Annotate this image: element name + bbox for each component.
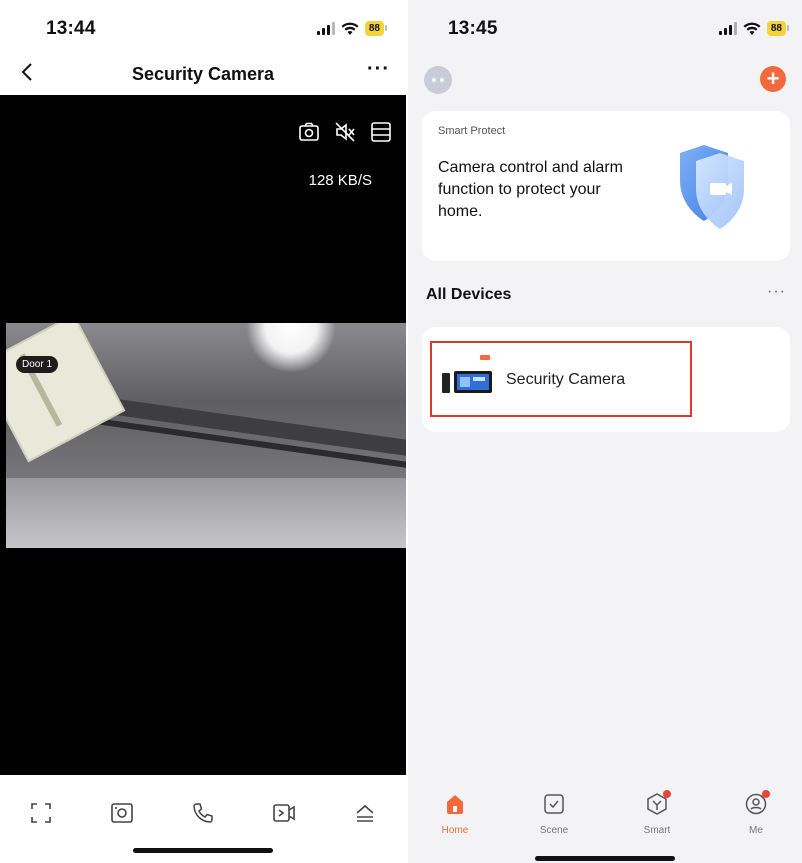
signal-icon (316, 22, 335, 35)
smart-notification-badge (663, 790, 671, 798)
devices-more-button[interactable]: ··· (767, 283, 786, 301)
tab-smart-label: Smart (643, 825, 671, 836)
page-title: Security Camera (131, 64, 275, 84)
fullscreen-icon[interactable] (28, 800, 54, 826)
tab-smart[interactable]: Smart (627, 790, 687, 836)
snapshot-icon[interactable] (109, 800, 135, 826)
home-icon (447, 795, 463, 814)
mute-icon[interactable] (334, 121, 356, 143)
all-devices-heading: All Devices (426, 286, 512, 303)
status-bar: 13:45 88 (408, 0, 802, 56)
status-bar: 13:44 88 (0, 0, 406, 56)
expand-panel-icon[interactable] (352, 800, 378, 826)
status-time: 13:45 (448, 18, 498, 39)
avatar[interactable] (424, 66, 452, 94)
home-indicator (133, 848, 273, 853)
smart-protect-kicker: Smart Protect (438, 125, 506, 137)
smart-protect-card[interactable]: Smart Protect Camera control and alarm f… (422, 111, 790, 261)
camera-controls (0, 790, 406, 836)
scene-icon (544, 794, 564, 814)
tab-scene-label: Scene (539, 825, 569, 836)
home-indicator (535, 856, 675, 861)
nav-bar: Security Camera ··· (0, 56, 406, 94)
live-video-view[interactable]: 128 KB/S Door 1 (0, 95, 406, 775)
battery-indicator: 88 (364, 21, 388, 36)
status-time: 13:44 (46, 18, 96, 39)
home-screen: 13:45 88 + Smart Protect Camera control … (408, 0, 802, 863)
home-topbar: + (408, 62, 802, 98)
tab-me-label: Me (749, 825, 763, 836)
status-icons: 88 (316, 21, 388, 36)
bitrate-readout: 128 KB/S (308, 172, 372, 189)
signal-icon (718, 22, 737, 35)
more-options-button[interactable]: ··· (367, 58, 390, 81)
camera-feed-image (6, 323, 406, 548)
video-toolbar (298, 121, 392, 143)
camera-screen: 13:44 88 Security Camera ··· 128 KB/S Do… (0, 0, 406, 863)
tab-scene[interactable]: Scene (524, 792, 584, 836)
wifi-icon (341, 22, 359, 35)
smart-protect-description: Camera control and alarm function to pro… (438, 159, 623, 220)
me-notification-badge (762, 790, 770, 798)
tab-me[interactable]: Me (726, 790, 786, 836)
call-icon[interactable] (190, 800, 216, 826)
screenshot-icon[interactable] (298, 121, 320, 143)
add-device-button[interactable]: + (760, 66, 786, 92)
shield-camera-icon (680, 145, 744, 229)
wifi-icon (743, 22, 761, 35)
devices-list: Security Camera (422, 327, 790, 432)
status-icons: 88 (718, 21, 790, 36)
camera-name-badge: Door 1 (16, 356, 59, 373)
device-item-security-camera[interactable]: Security Camera (430, 341, 692, 417)
new-tag (480, 355, 490, 360)
battery-indicator: 88 (766, 21, 790, 36)
record-icon[interactable] (271, 800, 297, 826)
bottom-tab-bar: Home Scene Smart Me (408, 782, 802, 863)
device-name: Security Camera (506, 371, 626, 388)
tab-home[interactable]: Home (425, 792, 485, 836)
layout-icon[interactable] (370, 121, 392, 143)
tab-home-label: Home (441, 825, 469, 836)
